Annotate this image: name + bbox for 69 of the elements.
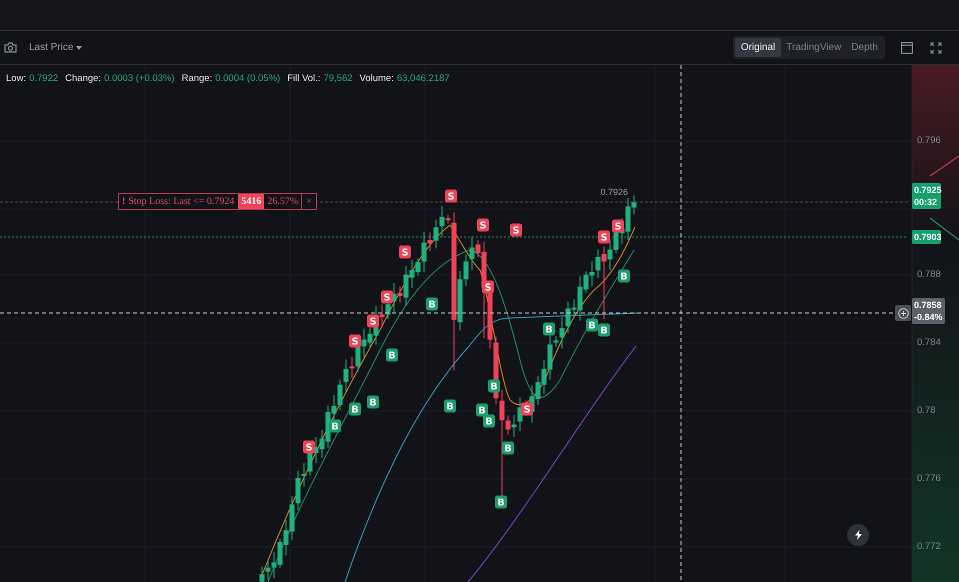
sell-marker: S [445,190,457,202]
view-tab[interactable]: Depth [846,38,883,57]
stat-value: 0.7922 [29,72,58,86]
view-tab[interactable]: Original [734,38,782,57]
price-type-dropdown[interactable]: Last Price [29,40,82,55]
buy-marker: B [488,380,500,392]
sell-marker: S [598,230,610,244]
stat-value: 63,046.2187 [396,72,450,86]
price-axis-label: 0.788 [917,269,941,281]
quick-trade-button[interactable] [847,524,869,546]
crosshair-price: 0.7858 [914,299,943,311]
stat-value: 0.0003 (+0.03%) [104,72,175,86]
buy-marker: B [426,298,438,310]
buy-marker: B [329,420,341,432]
sell-marker: S [612,220,624,232]
sell-marker: S [381,290,393,304]
buy-marker: B [502,442,514,454]
layout-icon[interactable] [901,42,913,54]
price-axis-label: 0.776 [917,473,941,485]
stat-value: 0.0004 (0.05%) [215,72,280,86]
buy-marker: B [543,322,555,336]
stat-label: Change: [65,72,102,86]
add-order-button[interactable] [895,305,911,321]
buy-marker: B [349,402,361,416]
fullscreen-icon[interactable] [930,42,942,54]
falling-candlestick [398,286,402,304]
buy-marker: B [386,348,398,362]
high-price-label: 0.7926 [600,187,628,197]
sell-marker: S [349,334,361,348]
price-axis-label: 0.796 [917,135,941,147]
price-axis-label: 0.78 [917,405,936,417]
sell-marker: S [482,280,494,294]
falling-candlestick [380,304,384,328]
sell-marker: S [399,246,411,258]
sell-marker: S [303,440,315,454]
stat-label: Low: [6,72,26,86]
caret-icon [76,46,82,50]
price-axis-label: 0.784 [917,337,941,349]
buy-marker: B [483,414,495,428]
buy-marker: B [444,400,456,412]
buy-marker: B [495,496,507,508]
stop-loss-label: Stop Loss: Last <= 0.7924 [128,195,236,209]
candle-countdown: 00:32 [914,196,938,208]
falling-candlestick [350,356,354,378]
buy-marker: B [618,270,630,282]
sell-marker: S [521,402,533,416]
sell-marker: S [367,314,379,328]
buy-marker: B [367,396,379,408]
crosshair-change: -0.84% [914,311,943,323]
plus-icon [898,308,908,318]
view-tab[interactable]: TradingView [781,38,846,57]
cancel-order-button[interactable]: × [301,194,316,209]
stat-label: Fill Vol.: [287,72,320,86]
stat-label: Volume: [360,72,394,86]
sell-marker: S [510,224,522,236]
order-percent: 26.57% [266,195,300,209]
order-quantity: 5416 [238,194,264,209]
camera-icon[interactable] [4,42,17,53]
stat-value: 79,562 [323,72,353,86]
falling-candlestick [428,232,432,252]
sell-marker: S [477,218,489,232]
buy-marker: B [598,324,610,336]
price-axis-label: 0.772 [917,541,941,553]
alert-mark: ! [121,195,126,209]
depth-line [930,156,959,176]
buy-marker: B [476,404,488,416]
lightning-icon [854,530,862,540]
buy-marker: B [586,318,598,332]
stat-label: Range: [182,72,212,86]
